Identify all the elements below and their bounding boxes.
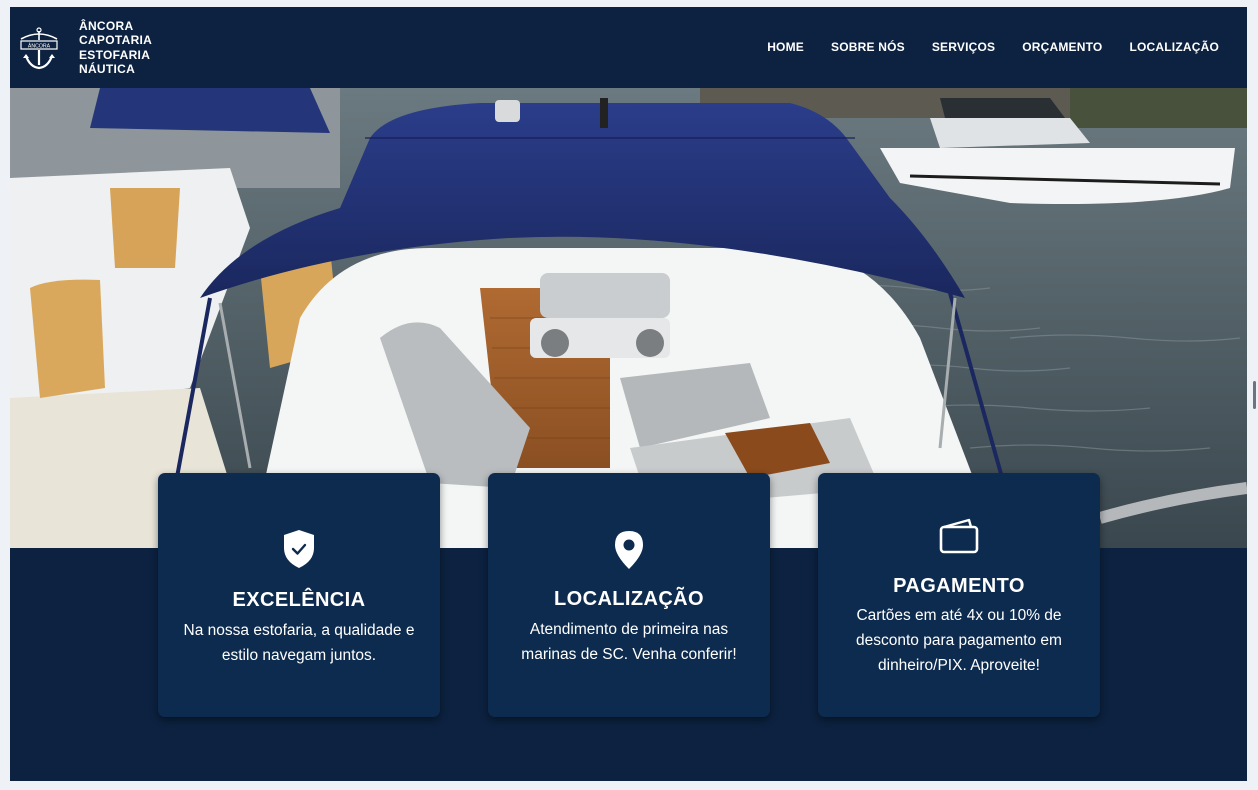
svg-text:ÂNCORA: ÂNCORA xyxy=(28,42,51,49)
nav-servicos[interactable]: SERVIÇOS xyxy=(932,40,995,54)
nav-orcamento[interactable]: ORÇAMENTO xyxy=(1022,40,1102,54)
shield-check-icon xyxy=(284,530,314,568)
feature-card-excelencia: EXCELÊNCIA Na nossa estofaria, a qualida… xyxy=(158,473,440,717)
brand[interactable]: ÂNCORA ÂNCORA CAPOTARIA ESTOFARIA NÁUTIC… xyxy=(18,7,152,88)
page-frame: ÂNCORA ÂNCORA CAPOTARIA ESTOFARIA NÁUTIC… xyxy=(10,7,1247,781)
card-title: EXCELÊNCIA xyxy=(232,589,366,611)
nav-home[interactable]: HOME xyxy=(767,40,804,54)
feature-card-pagamento: PAGAMENTO Cartões em até 4x ou 10% de de… xyxy=(818,473,1100,717)
nav-sobre-nos[interactable]: SOBRE NÓS xyxy=(831,40,905,54)
card-description: Cartões em até 4x ou 10% de desconto par… xyxy=(856,607,1062,674)
card-description: Na nossa estofaria, a qualidade e estilo… xyxy=(183,622,415,664)
brand-line-2: CAPOTARIA xyxy=(79,33,153,47)
site-header: ÂNCORA ÂNCORA CAPOTARIA ESTOFARIA NÁUTIC… xyxy=(10,7,1247,88)
feature-card-localizacao: LOCALIZAÇÃO Atendimento de primeira nas … xyxy=(488,473,770,717)
main-nav: HOME SOBRE NÓS SERVIÇOS ORÇAMENTO LOCALI… xyxy=(740,40,1219,54)
brand-line-3: ESTOFARIA xyxy=(79,47,151,62)
card-title: LOCALIZAÇÃO xyxy=(554,588,704,610)
brand-name: ÂNCORA CAPOTARIA ESTOFARIA NÁUTICA xyxy=(79,19,152,77)
card-description: Atendimento de primeira nas marinas de S… xyxy=(521,621,737,663)
anchor-logo-icon: ÂNCORA xyxy=(20,26,58,69)
brand-line-1: ÂNCORA xyxy=(79,18,134,33)
scrollbar-thumb[interactable] xyxy=(1253,381,1256,409)
wallet-icon xyxy=(939,518,979,554)
brand-line-4: NÁUTICA xyxy=(79,62,136,76)
map-pin-icon xyxy=(615,531,643,569)
card-title: PAGAMENTO xyxy=(893,575,1025,597)
nav-localizacao[interactable]: LOCALIZAÇÃO xyxy=(1129,40,1219,54)
